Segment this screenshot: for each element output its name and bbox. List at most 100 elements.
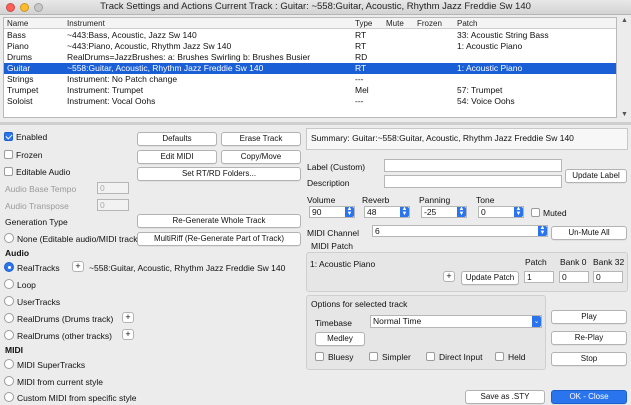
panning-value: -25 — [424, 207, 437, 217]
timebase-select[interactable]: Normal Time ⌄ — [370, 315, 542, 328]
simpler-label: Simpler — [382, 352, 411, 362]
custom-midi-label: Custom MIDI from specific style — [17, 393, 137, 403]
col-mute-header[interactable]: Mute — [386, 19, 404, 28]
none-radio[interactable] — [4, 233, 14, 243]
col-type-header[interactable]: Type — [355, 19, 372, 28]
defaults-button[interactable]: Defaults — [137, 132, 217, 146]
panning-stepper-arrows-icon[interactable]: ▲ ▼ — [457, 207, 466, 217]
cell-name: Soloist — [7, 96, 33, 106]
table-row[interactable]: Piano ~443:Piano, Acoustic, Rhythm Jazz S… — [4, 41, 616, 52]
update-label-button[interactable]: Update Label — [565, 169, 627, 183]
midi-channel-stepper[interactable]: 6 ▲ ▼ — [372, 225, 548, 237]
held-checkbox[interactable] — [495, 352, 504, 361]
cell-name: Strings — [7, 74, 34, 84]
multiriff-button[interactable]: MultiRiff (Re-Generate Part of Track) — [137, 232, 301, 246]
tone-label: Tone — [476, 195, 495, 205]
audio-transpose-input[interactable]: 0 — [97, 199, 129, 211]
table-row[interactable]: Guitar ~558:Guitar, Acoustic, Rhythm Jazz… — [4, 63, 616, 74]
bank32-label: Bank 32 — [593, 257, 625, 267]
col-frozen-header[interactable]: Frozen — [417, 19, 442, 28]
midi-supertracks-radio[interactable] — [4, 359, 14, 369]
stop-button[interactable]: Stop — [551, 352, 627, 366]
copy-move-button[interactable]: Copy/Move — [221, 150, 301, 164]
medley-button[interactable]: Medley — [315, 332, 365, 346]
unmute-all-button[interactable]: Un-Mute All — [551, 226, 627, 240]
frozen-checkbox[interactable] — [4, 150, 13, 159]
patch-add-button[interactable]: + — [443, 271, 455, 282]
timebase-chevron-down-icon[interactable]: ⌄ — [532, 316, 541, 327]
direct-input-checkbox[interactable] — [426, 352, 435, 361]
table-row[interactable]: Bass ~443:Bass, Acoustic, Jazz Sw 140 RT 33… — [4, 30, 616, 41]
muted-checkbox[interactable] — [531, 208, 540, 217]
realdrums-other-add-button[interactable]: + — [122, 329, 134, 340]
reverb-label: Reverb — [362, 195, 390, 205]
bank0-input[interactable]: 0 — [559, 271, 589, 283]
patch-number-input[interactable]: 1 — [524, 271, 554, 283]
volume-stepper-arrows-icon[interactable]: ▲ ▼ — [345, 207, 354, 217]
label-custom-input[interactable] — [384, 159, 562, 172]
description-input[interactable] — [384, 175, 562, 188]
table-row[interactable]: Drums RealDrums=JazzBrushes: a: Brushes S… — [4, 52, 616, 63]
replay-button[interactable]: Re-Play — [551, 331, 627, 345]
cell-patch: 1: Acoustic Piano — [457, 63, 523, 73]
tone-stepper-arrows-icon[interactable]: ▲ ▼ — [514, 207, 523, 217]
reverb-stepper[interactable]: 48 ▲ ▼ — [364, 206, 410, 218]
col-name-header[interactable]: Name — [7, 19, 28, 28]
direct-input-label: Direct Input — [439, 352, 483, 362]
realtracks-radio[interactable] — [4, 262, 14, 272]
ok-close-button[interactable]: OK - Close — [551, 390, 627, 404]
generation-type-label: Generation Type — [5, 217, 68, 227]
bluesy-checkbox[interactable] — [315, 352, 324, 361]
set-folders-button[interactable]: Set RT/RD Folders... — [137, 167, 301, 181]
midi-current-style-radio[interactable] — [4, 376, 14, 386]
label-custom-label: Label (Custom) — [307, 162, 366, 172]
audio-heading: Audio — [5, 248, 30, 258]
realdrums-drums-add-button[interactable]: + — [122, 312, 134, 323]
regenerate-whole-button[interactable]: Re-Generate Whole Track — [137, 214, 301, 228]
realdrums-drums-radio[interactable] — [4, 313, 14, 323]
timebase-label: Timebase — [315, 318, 353, 328]
bank32-input[interactable]: 0 — [593, 271, 623, 283]
play-button[interactable]: Play — [551, 310, 627, 324]
midi-channel-label: MIDI Channel — [307, 228, 359, 238]
cell-instrument: Instrument: Vocal Oohs — [67, 96, 156, 106]
realdrums-other-radio[interactable] — [4, 330, 14, 340]
cell-instrument: ~443:Bass, Acoustic, Jazz Sw 140 — [67, 30, 197, 40]
loop-label: Loop — [17, 280, 36, 290]
tone-stepper[interactable]: 0 ▲ ▼ — [478, 206, 524, 218]
simpler-checkbox[interactable] — [369, 352, 378, 361]
update-patch-button[interactable]: Update Patch — [461, 271, 519, 285]
editable-audio-checkbox[interactable] — [4, 167, 13, 176]
audio-base-tempo-input[interactable]: 0 — [97, 182, 129, 194]
enabled-checkbox[interactable] — [4, 132, 13, 141]
panning-stepper[interactable]: -25 ▲ ▼ — [421, 206, 467, 218]
erase-track-button[interactable]: Erase Track — [221, 132, 301, 146]
options-heading: Options for selected track — [311, 299, 408, 309]
cell-patch: 57: Trumpet — [457, 85, 503, 95]
audio-transpose-label: Audio Transpose — [5, 201, 69, 211]
scroll-up-icon[interactable]: ▲ — [620, 17, 629, 24]
reverb-stepper-arrows-icon[interactable]: ▲ ▼ — [400, 207, 409, 217]
table-row[interactable]: Strings Instrument: No Patch change --- — [4, 74, 616, 85]
midi-supertracks-label: MIDI SuperTracks — [17, 360, 86, 370]
custom-midi-radio[interactable] — [4, 392, 14, 402]
table-scrollbar[interactable]: ▲ ▼ — [620, 17, 629, 118]
realtracks-add-button[interactable]: + — [72, 261, 84, 272]
edit-midi-button[interactable]: Edit MIDI — [137, 150, 217, 164]
loop-radio[interactable] — [4, 279, 14, 289]
panning-label: Panning — [419, 195, 451, 205]
midi-heading: MIDI — [5, 345, 23, 355]
summary-text: Summary: Guitar:~558:Guitar, Acoustic, R… — [311, 133, 574, 143]
table-row[interactable]: Soloist Instrument: Vocal Oohs --- 54: Voic… — [4, 96, 616, 107]
pane-splitter[interactable] — [0, 122, 631, 125]
save-sty-button[interactable]: Save as .STY — [465, 390, 545, 404]
col-patch-header[interactable]: Patch — [457, 19, 477, 28]
volume-stepper[interactable]: 90 ▲ ▼ — [309, 206, 355, 218]
table-row[interactable]: Trumpet Instrument: Trumpet Mel 57: Trumpet — [4, 85, 616, 96]
usertracks-radio[interactable] — [4, 296, 14, 306]
col-instrument-header[interactable]: Instrument — [67, 19, 105, 28]
midi-channel-arrows-icon[interactable]: ▲ ▼ — [538, 226, 547, 236]
scroll-down-icon[interactable]: ▼ — [620, 111, 629, 118]
cell-instrument: ~558:Guitar, Acoustic, Rhythm Jazz Fredd… — [67, 63, 264, 73]
volume-label: Volume — [307, 195, 336, 205]
